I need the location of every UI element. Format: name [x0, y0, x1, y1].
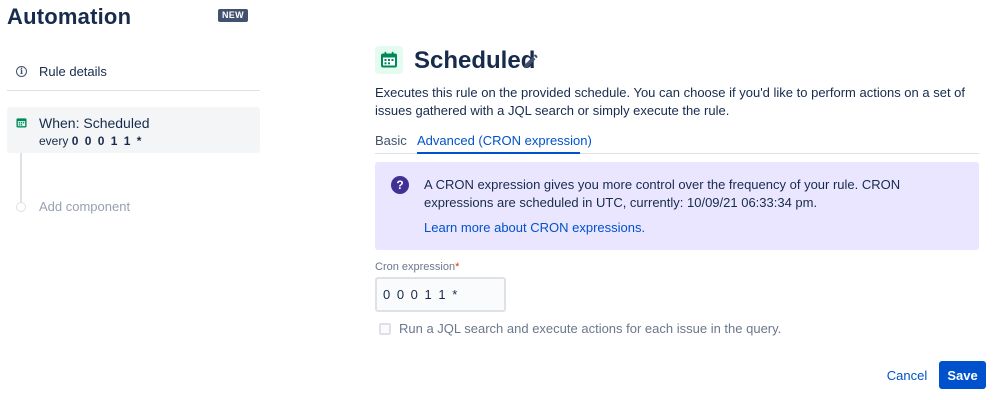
question-icon: ? — [391, 176, 409, 194]
required-marker: * — [455, 261, 460, 273]
jql-option-row: Run a JQL search and execute actions for… — [379, 321, 781, 336]
trigger-schedule-cron: 0 0 0 1 1 * — [71, 134, 143, 148]
schedule-tabs: Basic Advanced (CRON expression) — [375, 130, 979, 154]
rule-details-label: Rule details — [39, 63, 107, 79]
trigger-schedule: every 0 0 0 1 1 * — [39, 134, 143, 148]
jql-checkbox[interactable] — [379, 322, 391, 335]
jql-checkbox-label: Run a JQL search and execute actions for… — [399, 321, 782, 336]
save-button[interactable]: Save — [939, 361, 986, 389]
add-component-dot — [16, 202, 26, 212]
add-component-link[interactable]: Add component — [39, 199, 130, 214]
rule-details-item[interactable]: i Rule details — [16, 58, 260, 84]
trigger-title: When: Scheduled — [39, 115, 150, 131]
cron-info-panel: ? A CRON expression gives you more contr… — [375, 162, 979, 250]
cron-expression-label-text: Cron expression — [375, 261, 456, 273]
title-calendar-icon — [375, 46, 403, 74]
tab-advanced-cron[interactable]: Advanced (CRON expression) — [417, 133, 592, 148]
cron-expression-input[interactable] — [375, 277, 506, 312]
tab-basic[interactable]: Basic — [375, 133, 407, 148]
cron-expression-label: Cron expression* — [375, 261, 459, 273]
active-tab-indicator — [417, 152, 580, 154]
learn-more-link[interactable]: Learn more about CRON expressions. — [424, 220, 645, 235]
trigger-schedule-prefix: every — [39, 134, 72, 148]
cron-info-text: A CRON expression gives you more control… — [424, 177, 901, 210]
app-title: Automation — [7, 4, 132, 29]
trigger-card[interactable]: When: Scheduled every 0 0 0 1 1 * — [7, 107, 260, 153]
pencil-icon[interactable] — [521, 53, 539, 71]
rule-description: Executes this rule on the provided sched… — [375, 85, 966, 118]
sidebar-divider — [7, 90, 260, 91]
calendar-icon — [16, 118, 27, 128]
page-title: Scheduled — [414, 47, 536, 74]
cancel-button[interactable]: Cancel — [877, 361, 937, 389]
timeline-connector — [20, 150, 22, 202]
info-icon: i — [16, 65, 27, 77]
new-badge: NEW — [218, 9, 248, 22]
calendar-icon — [381, 51, 397, 68]
